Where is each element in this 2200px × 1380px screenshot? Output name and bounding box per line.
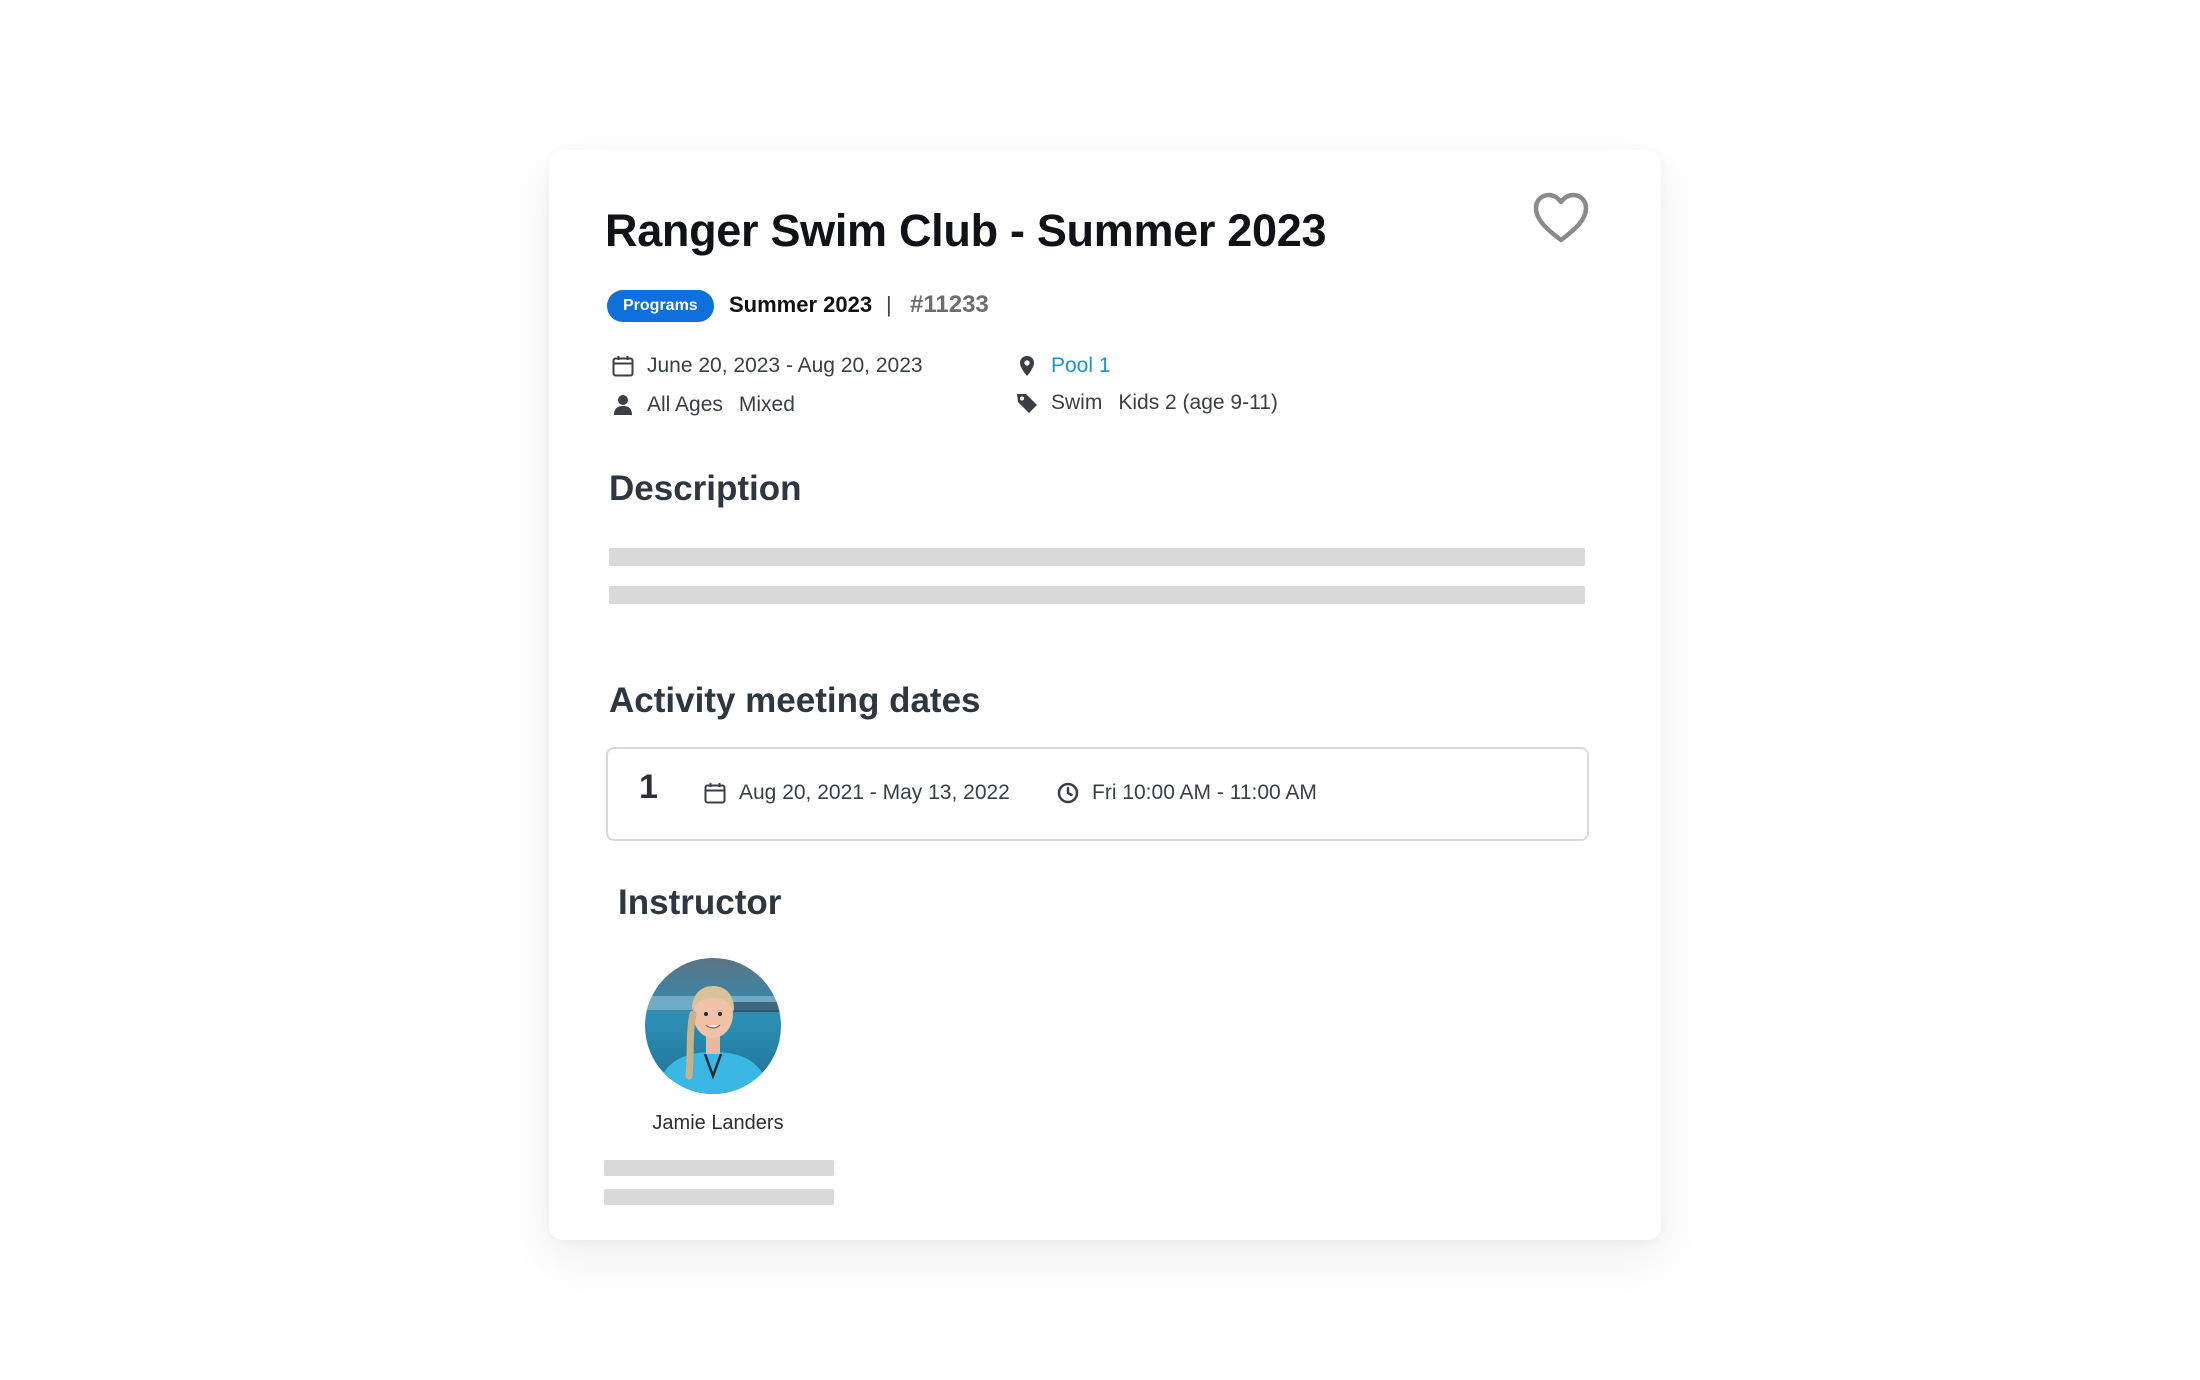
- season-label: Summer 2023: [729, 292, 873, 317]
- category-badge: Programs: [607, 290, 714, 322]
- calendar-icon: [704, 783, 726, 804]
- meeting-time: Fri 10:00 AM - 11:00 AM: [1056, 781, 1317, 805]
- activity-code: #11233: [910, 291, 989, 318]
- description-placeholder-line: [609, 548, 1585, 566]
- person-icon: [614, 395, 632, 415]
- meeting-time-text: Fri 10:00 AM - 11:00 AM: [1092, 781, 1317, 804]
- tag-swim: Swim: [1051, 391, 1103, 414]
- tag-age-group: Kids 2 (age 9-11): [1118, 391, 1278, 414]
- activity-ages: All Ages Mixed: [611, 393, 795, 417]
- meeting-date-range: Aug 20, 2021 - May 13, 2022: [703, 781, 1010, 805]
- instructor-avatar[interactable]: [645, 958, 781, 1094]
- page-title: Ranger Swim Club - Summer 2023: [605, 205, 1327, 256]
- instructor-bio-placeholder-line: [604, 1189, 834, 1205]
- activity-dates: June 20, 2023 - Aug 20, 2023: [611, 354, 923, 378]
- instructor-photo: [645, 958, 781, 1094]
- map-pin-icon: [1020, 356, 1034, 376]
- description-placeholder-line: [609, 586, 1585, 604]
- meeting-date-text: Aug 20, 2021 - May 13, 2022: [739, 781, 1010, 804]
- meeting-number: 1: [639, 768, 658, 806]
- description-heading: Description: [609, 469, 802, 508]
- gender-text: Mixed: [738, 393, 795, 416]
- instructor-bio-placeholder-line: [604, 1160, 834, 1176]
- calendar-icon: [612, 356, 634, 377]
- dates-text: June 20, 2023 - Aug 20, 2023: [647, 354, 923, 377]
- ages-text: All Ages: [647, 393, 723, 416]
- favorite-button[interactable]: [1531, 190, 1591, 246]
- separator: |: [886, 292, 892, 317]
- location-link[interactable]: Pool 1: [1051, 354, 1111, 378]
- heart-outline-icon: [1533, 192, 1589, 243]
- activity-location: Pool 1: [1015, 354, 1111, 378]
- tag-icon: [1017, 394, 1037, 413]
- instructor-heading: Instructor: [618, 883, 782, 922]
- activity-tags: Swim Kids 2 (age 9-11): [1015, 391, 1278, 415]
- meeting-dates-heading: Activity meeting dates: [609, 681, 981, 720]
- clock-icon: [1057, 782, 1079, 804]
- instructor-name: Jamie Landers: [652, 1112, 784, 1134]
